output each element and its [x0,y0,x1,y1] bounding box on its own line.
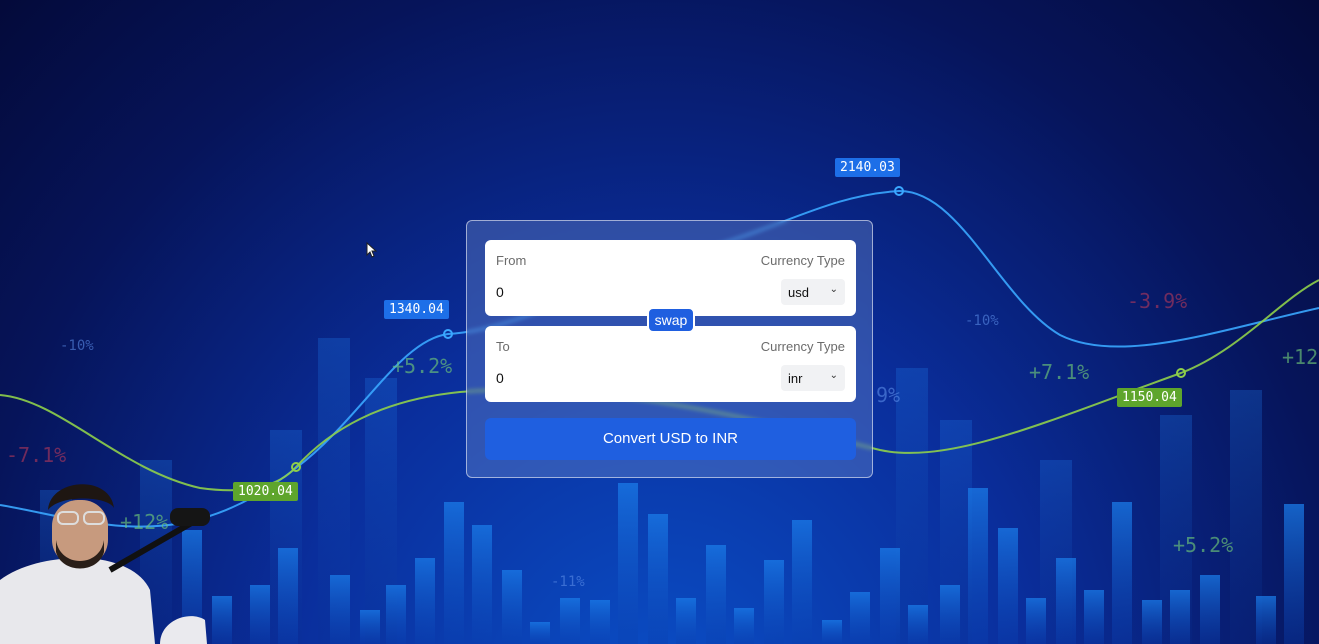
to-currency-type-label: Currency Type [760,339,845,354]
from-currency-select[interactable]: usd ⌄ [781,279,845,305]
percent-annotation: +5.2% [392,354,453,378]
percent-annotation: -11% [551,574,585,590]
swap-button[interactable]: swap [647,307,695,333]
value-tag: 1150.04 [1117,388,1182,407]
to-currency-value: inr [788,371,803,386]
convert-button[interactable]: Convert USD to INR [485,418,856,460]
percent-annotation: +5.2% [1173,533,1234,557]
from-panel: From Currency Type usd ⌄ [485,240,856,316]
currency-converter-card: From Currency Type usd ⌄ To Currency Typ… [466,220,873,478]
to-label: To [496,339,510,354]
to-amount-input[interactable] [496,368,736,388]
from-label: From [496,253,527,268]
value-tag: 1340.04 [384,300,449,319]
percent-annotation: 9% [876,383,901,407]
from-amount-input[interactable] [496,282,736,302]
percent-annotation: -10% [965,313,999,329]
percent-annotation: -3.9% [1127,289,1188,313]
percent-annotation: +7.1% [1029,360,1090,384]
percent-annotation: -7.1% [6,443,67,467]
percent-annotation: -10% [60,338,94,354]
chevron-down-icon: ⌄ [829,284,838,295]
percent-annotation: +12 [1282,345,1319,369]
mouse-pointer-icon [366,242,378,258]
value-tag: 2140.03 [835,158,900,177]
presenter-webcam [0,484,210,644]
to-currency-select[interactable]: inr ⌄ [781,365,845,391]
from-currency-type-label: Currency Type [760,253,845,268]
value-tag: 1020.04 [233,482,298,501]
chevron-down-icon: ⌄ [829,370,838,381]
from-currency-value: usd [788,285,809,300]
to-panel: To Currency Type inr ⌄ [485,326,856,402]
